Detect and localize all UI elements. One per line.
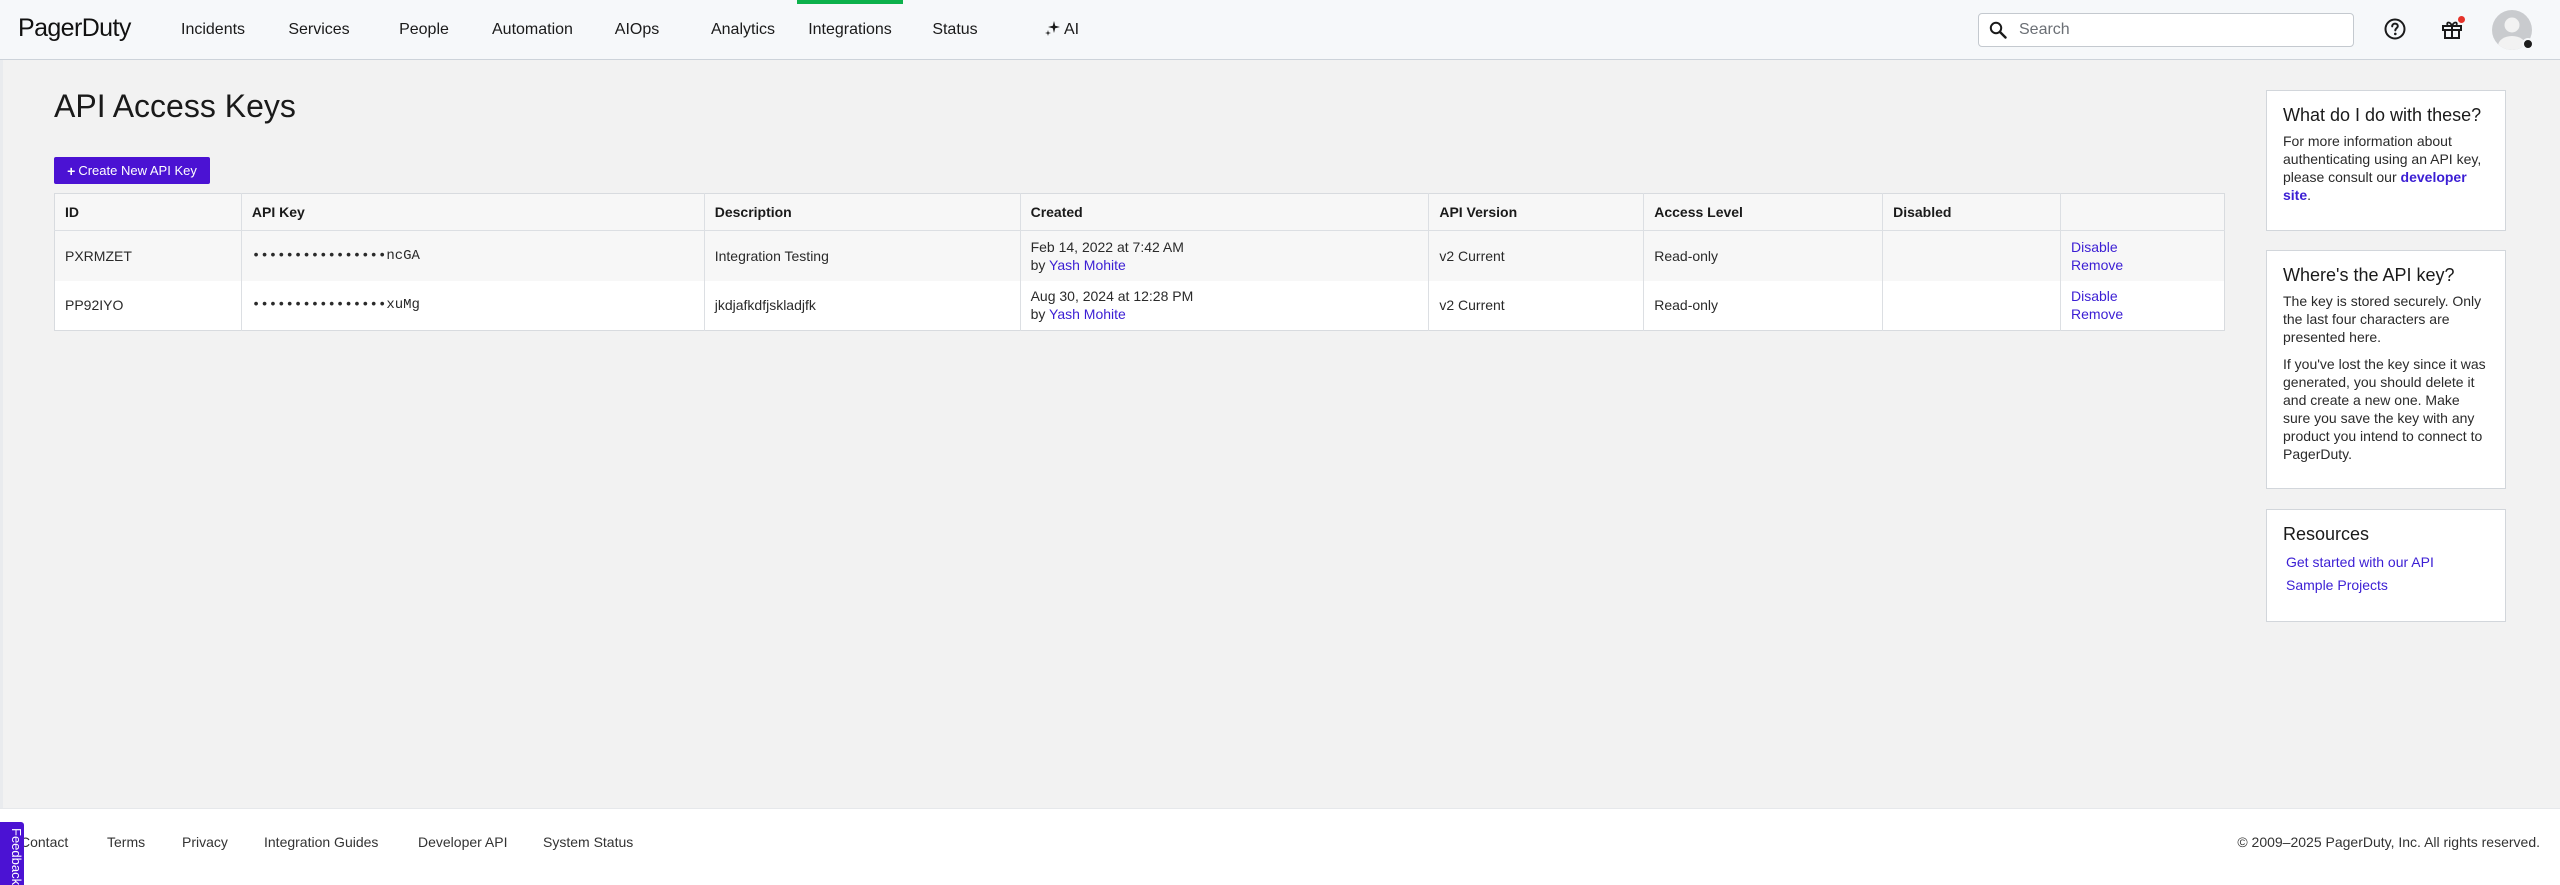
column-header-id[interactable]: ID [54, 193, 242, 231]
disable-key-link[interactable]: Disable [2071, 287, 2214, 305]
help-panel-usage: What do I do with these? For more inform… [2266, 90, 2506, 231]
created-by-user-link[interactable]: Yash Mohite [1049, 257, 1126, 273]
column-header-api-key[interactable]: API Key [241, 193, 705, 231]
panel-text-end: . [2307, 187, 2312, 203]
column-header-description[interactable]: Description [704, 193, 1021, 231]
search-box [1978, 13, 2354, 47]
key-disabled [1882, 230, 2062, 281]
panel-paragraph: The key is stored securely. Only the las… [2283, 293, 2482, 345]
pagerduty-logo[interactable]: PagerDuty [18, 14, 131, 43]
nav-automation[interactable]: Automation [492, 0, 573, 60]
nav-status[interactable]: Status [931, 0, 979, 60]
disable-key-link[interactable]: Disable [2071, 238, 2214, 256]
remove-key-link[interactable]: Remove [2071, 305, 2214, 323]
created-by: by Yash Mohite [1031, 256, 1419, 274]
notification-dot [2458, 16, 2465, 23]
key-api-version: v2 Current [1428, 280, 1645, 331]
nav-integrations[interactable]: Integrations [797, 0, 903, 60]
sparkle-icon [1044, 20, 1060, 36]
footer-link-privacy[interactable]: Privacy [182, 834, 228, 850]
table-header-row: ID API Key Description Created API Versi… [54, 193, 2225, 231]
column-header-created[interactable]: Created [1020, 193, 1430, 231]
sample-projects-link[interactable]: Sample Projects [2286, 574, 2489, 597]
plus-icon: + [67, 162, 76, 179]
create-api-key-label: Create New API Key [78, 163, 197, 178]
status-indicator [2522, 38, 2534, 50]
key-access-level: Read-only [1643, 280, 1884, 331]
column-header-access-level[interactable]: Access Level [1643, 193, 1884, 231]
key-actions: Disable Remove [2060, 280, 2225, 331]
search-input[interactable] [2019, 14, 2339, 46]
key-actions: Disable Remove [2060, 230, 2225, 281]
api-key-masked: ••••••••••••••••ncGA [241, 230, 705, 281]
page-title: API Access Keys [54, 88, 296, 124]
copyright: © 2009–2025 PagerDuty, Inc. All rights r… [2237, 834, 2540, 850]
created-by-user-link[interactable]: Yash Mohite [1049, 306, 1126, 322]
table-row: PXRMZET ••••••••••••••••ncGA Integration… [54, 230, 2225, 281]
nav-people[interactable]: People [398, 0, 450, 60]
nav-services[interactable]: Services [288, 0, 350, 60]
key-access-level: Read-only [1643, 230, 1884, 281]
key-id: PXRMZET [54, 230, 242, 281]
created-date: Feb 14, 2022 at 7:42 AM [1030, 238, 1184, 255]
column-header-api-version[interactable]: API Version [1428, 193, 1645, 231]
panel-title: Where's the API key? [2283, 265, 2455, 285]
nav-analytics[interactable]: Analytics [710, 0, 776, 60]
created-by-prefix: by [1030, 306, 1046, 323]
footer-link-system-status[interactable]: System Status [543, 834, 633, 850]
key-description: Integration Testing [704, 230, 1021, 281]
help-icon[interactable] [2383, 17, 2407, 41]
created-date: Aug 30, 2024 at 12:28 PM [1030, 288, 1194, 305]
api-keys-table: ID API Key Description Created API Versi… [54, 193, 2225, 331]
panel-text: For more information about authenticatin… [2283, 132, 2489, 204]
nav-ai-label: AI [1063, 21, 1080, 38]
footer-link-integration-guides[interactable]: Integration Guides [264, 834, 378, 850]
nav-incidents[interactable]: Incidents [181, 0, 245, 60]
column-header-disabled[interactable]: Disabled [1882, 193, 2062, 231]
feedback-tab[interactable]: Feedback [0, 822, 24, 885]
created-by-prefix: by [1030, 256, 1046, 273]
left-edge [0, 60, 3, 808]
key-disabled [1882, 280, 2062, 331]
footer-link-contact[interactable]: Contact [20, 834, 68, 850]
footer: Contact Terms Privacy Integration Guides… [0, 808, 2560, 885]
remove-key-link[interactable]: Remove [2071, 256, 2214, 274]
panel-paragraph: If you've lost the key since it was gene… [2283, 356, 2486, 462]
footer-link-developer-api[interactable]: Developer API [418, 834, 508, 850]
key-id: PP92IYO [54, 280, 242, 331]
nav-ai[interactable]: AI [1040, 0, 1084, 60]
create-api-key-button[interactable]: + Create New API Key [54, 157, 210, 184]
key-api-version: v2 Current [1428, 230, 1645, 281]
top-navigation: PagerDuty Incidents Services People Auto… [0, 0, 2560, 60]
resources-panel: Resources Get started with our API Sampl… [2266, 509, 2506, 622]
get-started-api-link[interactable]: Get started with our API [2286, 551, 2489, 574]
key-created: Aug 30, 2024 at 12:28 PM by Yash Mohite [1020, 280, 1430, 331]
key-description: jkdjafkdfjskladjfk [704, 280, 1021, 331]
panel-title: Resources [2283, 524, 2370, 544]
column-header-actions [2060, 193, 2225, 231]
help-panel-key-location: Where's the API key? The key is stored s… [2266, 250, 2506, 489]
table-row: PP92IYO ••••••••••••••••xuMg jkdjafkdfjs… [54, 280, 2225, 331]
api-key-masked: ••••••••••••••••xuMg [241, 280, 705, 331]
search-icon [1989, 21, 2007, 39]
nav-aiops[interactable]: AIOps [614, 0, 660, 60]
footer-link-terms[interactable]: Terms [107, 834, 145, 850]
key-created: Feb 14, 2022 at 7:42 AM by Yash Mohite [1020, 230, 1430, 281]
created-by: by Yash Mohite [1031, 305, 1419, 323]
panel-title: What do I do with these? [2283, 105, 2482, 125]
